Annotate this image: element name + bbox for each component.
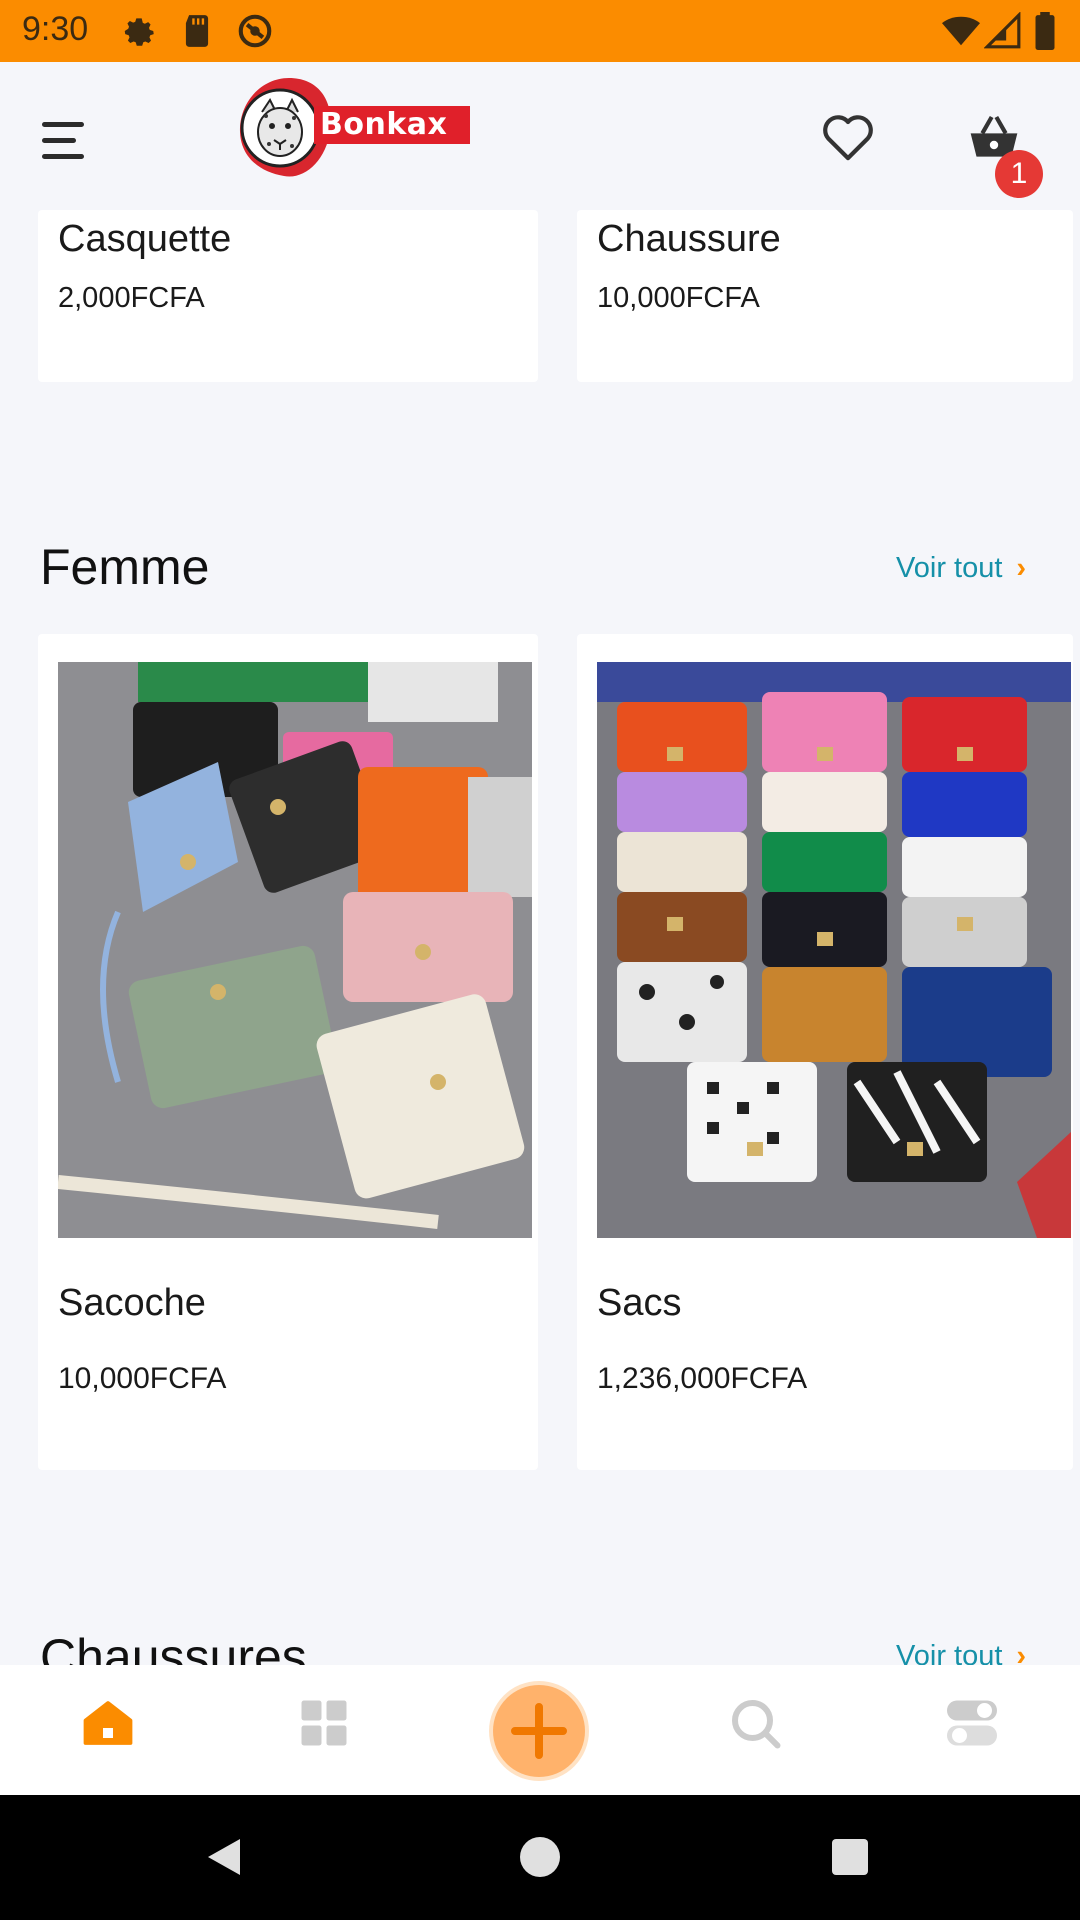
battery-icon (1035, 12, 1055, 50)
product-name: Sacs (597, 1282, 682, 1324)
product-price: 10,000FCFA (58, 1362, 227, 1395)
wifi-icon (942, 16, 980, 46)
product-card[interactable]: Sacoche 10,000FCFA (38, 634, 538, 1470)
sync-icon (238, 14, 272, 48)
home-icon (83, 1701, 133, 1745)
chevron-right-icon: › (1016, 552, 1027, 584)
nav-categories[interactable] (294, 1693, 354, 1753)
product-name: Chaussure (597, 218, 781, 260)
product-card[interactable]: Sacs 1,236,000FCFA (577, 634, 1073, 1470)
product-price: 1,236,000FCFA (597, 1362, 808, 1395)
section-title: Femme (40, 539, 210, 595)
search-icon (732, 1700, 781, 1749)
nav-home[interactable] (78, 1693, 138, 1753)
toggle-icon (947, 1700, 997, 1746)
bottom-navigation (0, 1665, 1080, 1795)
menu-icon (42, 122, 84, 127)
product-image[interactable] (597, 662, 1071, 1238)
handbags-photo (597, 662, 1071, 1238)
product-price: 10,000FCFA (597, 282, 760, 314)
back-icon[interactable] (200, 1833, 248, 1881)
product-card[interactable]: Casquette 2,000FCFA (38, 210, 538, 382)
see-all-link[interactable]: Voir tout › (896, 552, 1026, 585)
grid-icon (301, 1700, 347, 1746)
settings-icon (124, 18, 154, 46)
recents-icon[interactable] (826, 1833, 874, 1881)
product-name: Sacoche (58, 1282, 206, 1324)
heart-icon (823, 115, 873, 161)
status-bar: 9:30 (0, 0, 1080, 62)
cart-badge: 1 (995, 150, 1043, 198)
handbags-photo (58, 662, 532, 1238)
signal-icon (984, 12, 1021, 49)
nav-search[interactable] (725, 1693, 785, 1753)
product-card[interactable]: Chaussure 10,000FCFA (577, 210, 1073, 382)
sd-card-icon (185, 15, 209, 47)
status-time: 9:30 (22, 10, 89, 48)
nav-settings[interactable] (942, 1693, 1002, 1753)
product-name: Casquette (58, 218, 232, 260)
logo-text: Bonkax (314, 106, 470, 144)
add-icon (511, 1703, 567, 1759)
home-circle-icon[interactable] (516, 1833, 564, 1881)
app-header: Bonkax 1 (0, 62, 1080, 212)
favorites-button[interactable] (820, 110, 876, 162)
product-price: 2,000FCFA (58, 282, 205, 314)
product-image[interactable] (58, 662, 532, 1238)
bonkax-logo[interactable]: Bonkax (234, 76, 474, 182)
see-all-label: Voir tout (896, 552, 1003, 584)
menu-button[interactable] (42, 122, 92, 172)
add-button[interactable] (493, 1685, 585, 1777)
system-navigation-bar (0, 1795, 1080, 1920)
